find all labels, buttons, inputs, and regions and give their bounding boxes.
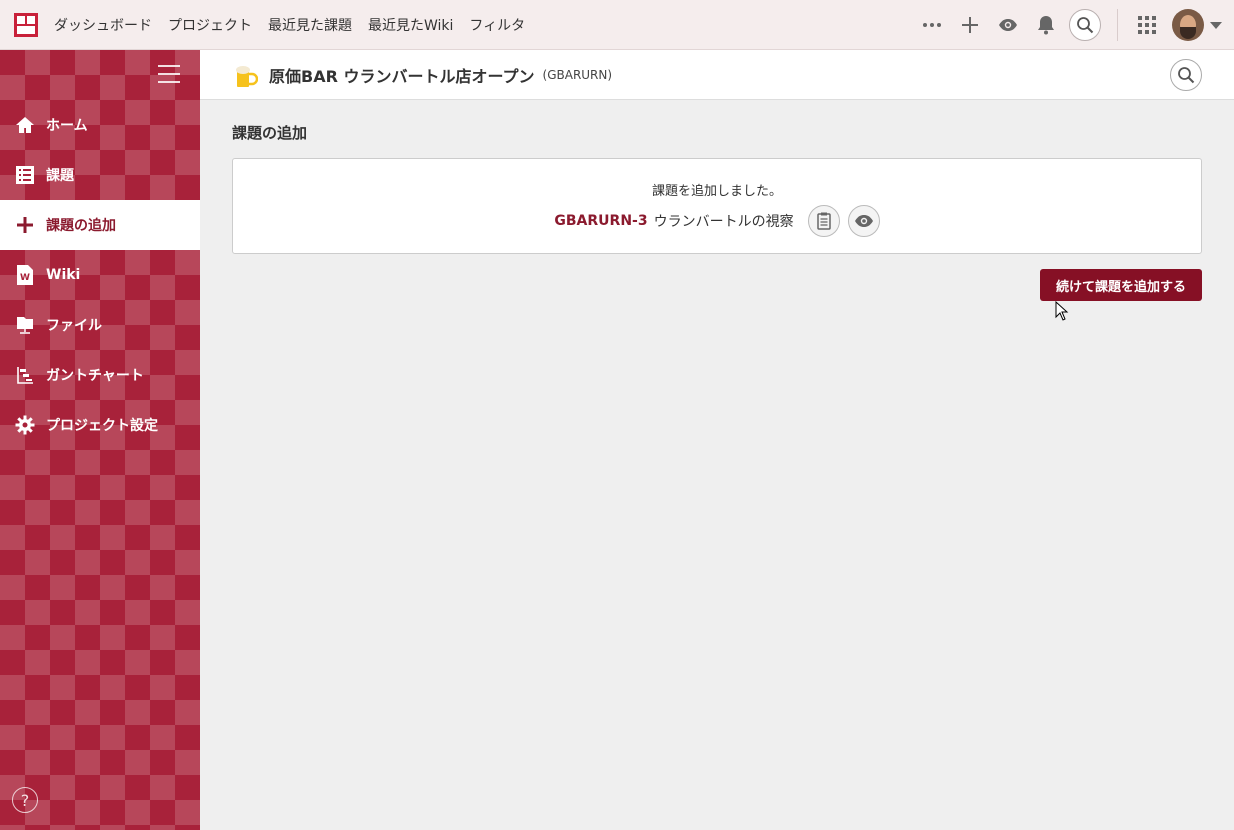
sidebar-item-wiki[interactable]: W Wiki (0, 250, 200, 300)
sidebar-item-home[interactable]: ホーム (0, 100, 200, 150)
sidebar-item-label: ファイル (46, 318, 102, 334)
gear-icon (14, 414, 36, 436)
continue-add-issue-button[interactable]: 続けて課題を追加する (1039, 269, 1202, 301)
mouse-cursor-icon (1055, 300, 1069, 325)
success-notice: 課題を追加しました。 GBARURN-3 ウランバートルの視察 (232, 158, 1202, 254)
sidebar-item-files[interactable]: ファイル (0, 300, 200, 350)
folder-icon (14, 314, 36, 336)
project-key: (GBARURN) (542, 67, 613, 82)
eye-icon[interactable] (989, 0, 1027, 50)
home-icon (14, 114, 36, 136)
menu-toggle-icon[interactable] (158, 65, 180, 83)
bell-icon[interactable] (1027, 0, 1065, 50)
created-issue: GBARURN-3 ウランバートルの視察 (233, 205, 1201, 237)
gantt-icon (14, 364, 36, 386)
beer-icon (234, 63, 259, 87)
divider (1117, 9, 1118, 41)
sidebar-item-label: Wiki (46, 267, 81, 283)
apps-grid-icon[interactable] (1130, 0, 1164, 50)
help-icon[interactable]: ? (12, 787, 38, 813)
global-header: ダッシュボード プロジェクト 最近見た課題 最近見たWiki フィルタ (0, 0, 1234, 50)
sidebar-item-settings[interactable]: プロジェクト設定 (0, 400, 200, 450)
chevron-down-icon[interactable] (1210, 21, 1222, 29)
sidebar-item-label: 課題 (46, 168, 74, 184)
plus-icon[interactable] (951, 0, 989, 50)
list-icon (14, 164, 36, 186)
sidebar-item-gantt[interactable]: ガントチャート (0, 350, 200, 400)
svg-text:W: W (20, 273, 30, 283)
project-header: 原価BAR ウランバートル店オープン (GBARURN) (200, 50, 1234, 100)
nav-projects[interactable]: プロジェクト (160, 15, 260, 35)
avatar[interactable] (1172, 9, 1204, 41)
main-content: 課題の追加 課題を追加しました。 GBARURN-3 ウランバートルの視察 続け… (232, 100, 1202, 301)
clipboard-icon[interactable] (807, 205, 840, 237)
project-name[interactable]: 原価BAR ウランバートル店オープン (269, 63, 535, 87)
search-icon[interactable] (1069, 9, 1101, 41)
sidebar-item-issues[interactable]: 課題 (0, 150, 200, 200)
issue-key-link[interactable]: GBARURN-3 (554, 213, 647, 229)
nav-dashboard[interactable]: ダッシュボード (46, 15, 160, 35)
sidebar-item-label: プロジェクト設定 (46, 418, 158, 434)
search-icon[interactable] (1170, 59, 1202, 91)
nav-recent-issues[interactable]: 最近見た課題 (260, 15, 360, 35)
nav-filter[interactable]: フィルタ (461, 15, 533, 35)
sidebar-item-label: ホーム (46, 118, 88, 134)
global-nav: ダッシュボード プロジェクト 最近見た課題 最近見たWiki フィルタ (46, 15, 533, 35)
project-sidebar: ホーム 課題 課題の追加 W Wiki ファイル ガントチャート プロジェクト設… (0, 50, 200, 830)
sidebar-item-add-issue[interactable]: 課題の追加 (0, 200, 200, 250)
app-logo[interactable] (14, 12, 38, 37)
page-title: 課題の追加 (232, 124, 308, 142)
plus-icon (14, 214, 36, 236)
wiki-icon: W (14, 264, 36, 286)
sidebar-item-label: ガントチャート (46, 368, 144, 384)
notice-message: 課題を追加しました。 (651, 184, 782, 199)
eye-icon[interactable] (847, 205, 880, 237)
more-icon[interactable] (913, 0, 951, 50)
nav-recent-wiki[interactable]: 最近見たWiki (360, 15, 461, 35)
issue-title: ウランバートルの視察 (653, 214, 794, 230)
sidebar-item-label: 課題の追加 (46, 218, 116, 234)
